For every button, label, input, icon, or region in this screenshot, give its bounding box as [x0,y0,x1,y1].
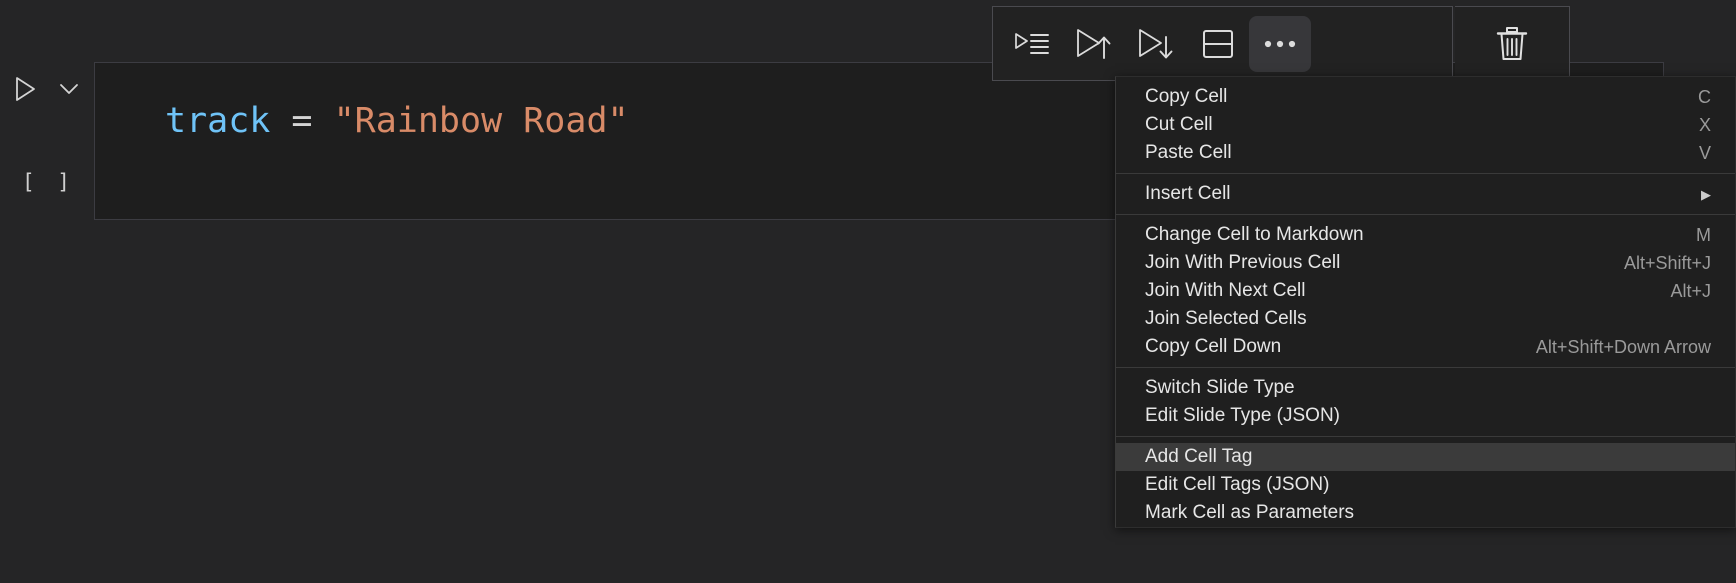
delete-cell-icon[interactable] [1455,6,1570,81]
menu-separator [1116,367,1735,368]
menu-item-switch-slide-type[interactable]: Switch Slide Type [1116,374,1735,402]
split-cell-icon[interactable] [1187,16,1249,72]
code-operator: = [270,101,334,141]
menu-item-shortcut: C [1698,86,1711,107]
menu-item-shortcut: V [1698,142,1711,163]
more-actions-icon[interactable] [1249,15,1311,72]
menu-item-shortcut: Alt+Shift+J [1623,252,1711,273]
chevron-down-icon[interactable] [56,76,82,102]
menu-item-label: Join With Previous Cell [1145,252,1341,273]
submenu-arrow-icon: ▶ [1701,186,1711,202]
menu-item-paste-cell[interactable]: Paste Cell V [1116,139,1735,167]
menu-item-label: Edit Cell Tags (JSON) [1145,474,1330,495]
run-below-icon[interactable] [1125,16,1187,72]
execute-cell-and-below-icon[interactable] [1001,16,1063,72]
menu-item-label: Join With Next Cell [1145,280,1306,301]
menu-item-change-cell-to-markdown[interactable]: Change Cell to Markdown M [1116,221,1735,249]
menu-item-copy-cell[interactable]: Copy Cell C [1116,83,1735,111]
menu-item-label: Switch Slide Type [1145,377,1295,398]
menu-item-copy-cell-down[interactable]: Copy Cell Down Alt+Shift+Down Arrow [1116,333,1735,361]
menu-item-edit-slide-type-json[interactable]: Edit Slide Type (JSON) [1116,402,1735,430]
play-triangle-icon[interactable] [8,72,42,106]
menu-item-label: Mark Cell as Parameters [1145,502,1355,523]
menu-item-label: Change Cell to Markdown [1145,224,1364,245]
cell-context-menu: Copy Cell C Cut Cell X Paste Cell V Insert Cel… [1115,76,1736,528]
menu-item-label: Add Cell Tag [1145,446,1253,467]
menu-item-shortcut: M [1696,224,1711,245]
code-string: "Rainbow Road" [333,101,629,141]
menu-item-label: Cut Cell [1145,114,1213,135]
menu-item-mark-cell-as-parameters[interactable]: Mark Cell as Parameters [1116,499,1735,527]
menu-item-shortcut: Alt+Shift+Down Arrow [1535,336,1711,357]
menu-item-join-selected-cells[interactable]: Join Selected Cells [1116,305,1735,333]
cell-run-controls [8,72,82,106]
cell-gutter: [ ] [0,62,94,222]
menu-separator [1116,436,1735,437]
code-line: track = "Rainbow Road" [165,99,629,143]
run-above-icon[interactable] [1063,16,1125,72]
menu-separator [1116,214,1735,215]
menu-item-label: Copy Cell [1145,86,1228,107]
menu-item-insert-cell[interactable]: Insert Cell ▶ [1116,180,1735,208]
menu-item-label: Paste Cell [1145,142,1232,163]
menu-separator [1116,173,1735,174]
notebook-cell-screen: [ ] track = "Rainbow Road" Copy Cell C C… [0,0,1736,583]
menu-item-edit-cell-tags-json[interactable]: Edit Cell Tags (JSON) [1116,471,1735,499]
menu-item-join-with-next-cell[interactable]: Join With Next Cell Alt+J [1116,277,1735,305]
menu-item-label: Insert Cell [1145,183,1231,204]
menu-item-join-with-previous-cell[interactable]: Join With Previous Cell Alt+Shift+J [1116,249,1735,277]
menu-item-add-cell-tag[interactable]: Add Cell Tag [1116,443,1735,471]
execution-count: [ ] [22,170,75,194]
code-variable: track [165,101,271,141]
menu-item-cut-cell[interactable]: Cut Cell X [1116,111,1735,139]
menu-item-shortcut: Alt+J [1670,280,1711,301]
cell-toolbar [992,6,1453,81]
menu-item-label: Join Selected Cells [1145,308,1307,329]
menu-item-shortcut: X [1698,114,1711,135]
menu-item-label: Copy Cell Down [1145,336,1282,357]
menu-item-label: Edit Slide Type (JSON) [1145,405,1341,426]
